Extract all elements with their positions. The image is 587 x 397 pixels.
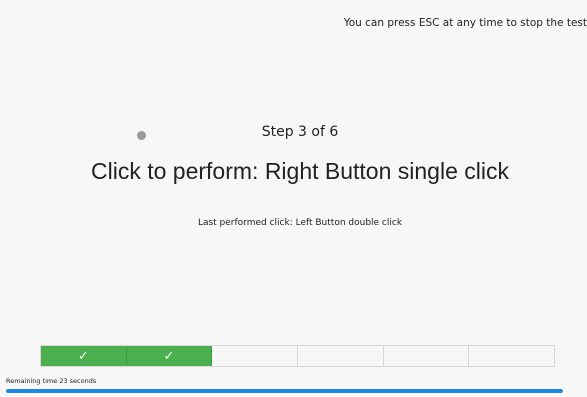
remaining-time-bar [6,389,563,393]
progress-step [384,346,470,366]
step-progress-bar: ✓ ✓ [40,345,555,367]
step-label: Step 3 of 6 [261,124,339,140]
remaining-time-bar-fill [6,389,563,393]
remaining-time-text: Remaining time 23 seconds [6,377,97,385]
progress-step [469,346,554,366]
last-performed-click: Last performed click: Left Button double… [197,218,403,228]
progress-step [298,346,384,366]
progress-step: ✓ [126,346,213,366]
click-instruction[interactable]: Click to perform: Right Button single cl… [0,158,587,185]
progress-step: ✓ [41,346,127,366]
progress-step [212,346,299,366]
checkmark-icon: ✓ [163,348,175,364]
checkmark-icon: ✓ [77,348,89,364]
esc-hint-text: You can press ESC at any time to stop th… [343,17,587,29]
